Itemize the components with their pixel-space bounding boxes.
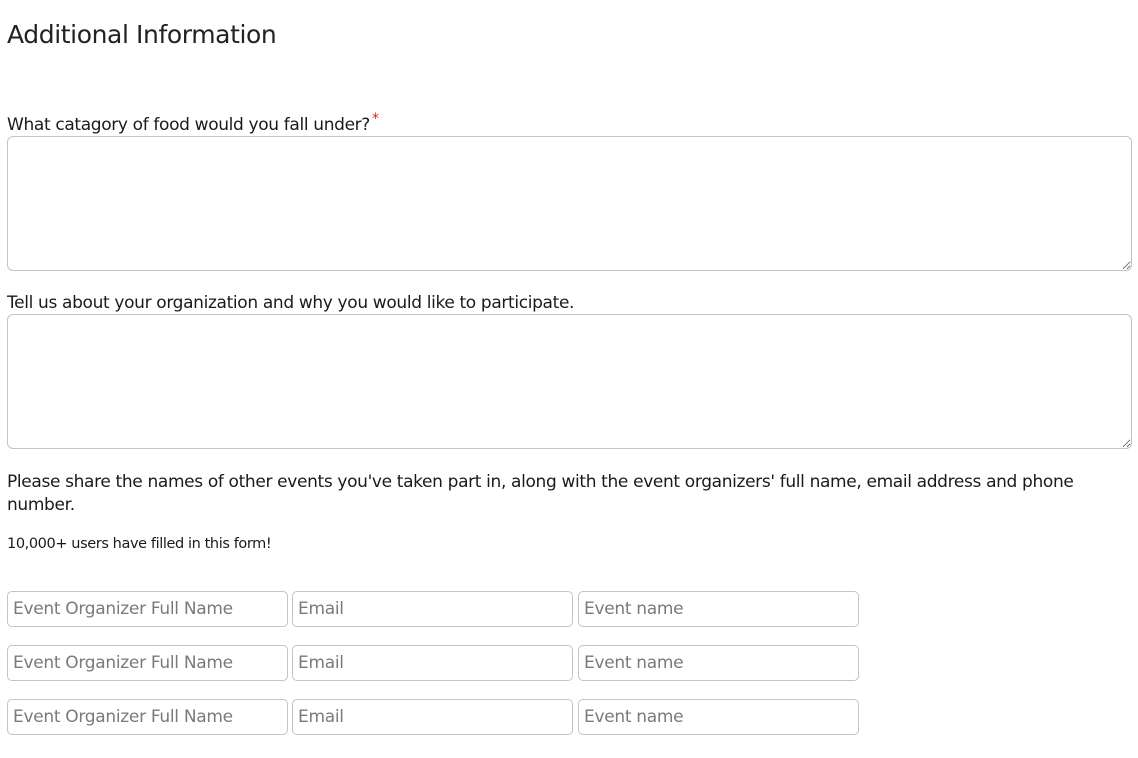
food-category-label: What catagory of food would you fall und… (7, 111, 379, 138)
organizer-email-input[interactable] (292, 699, 573, 735)
organizer-email-input[interactable] (292, 645, 573, 681)
users-count-note: 10,000+ users have filled in this form! (7, 536, 272, 552)
event-name-input[interactable] (578, 591, 859, 627)
event-row (7, 699, 859, 735)
food-category-label-text: What catagory of food would you fall und… (7, 115, 370, 135)
required-asterisk: * (372, 111, 379, 127)
organizer-email-input[interactable] (292, 591, 573, 627)
food-category-textarea[interactable] (7, 136, 1132, 271)
event-name-input[interactable] (578, 699, 859, 735)
organizer-name-input[interactable] (7, 645, 288, 681)
event-name-input[interactable] (578, 645, 859, 681)
events-prompt: Please share the names of other events y… (7, 472, 1074, 515)
organization-textarea[interactable] (7, 314, 1132, 449)
section-title: Additional Information (7, 20, 277, 49)
organizer-name-input[interactable] (7, 591, 288, 627)
event-row (7, 645, 859, 681)
organizer-name-input[interactable] (7, 699, 288, 735)
event-row (7, 591, 859, 627)
organization-label: Tell us about your organization and why … (7, 293, 575, 313)
